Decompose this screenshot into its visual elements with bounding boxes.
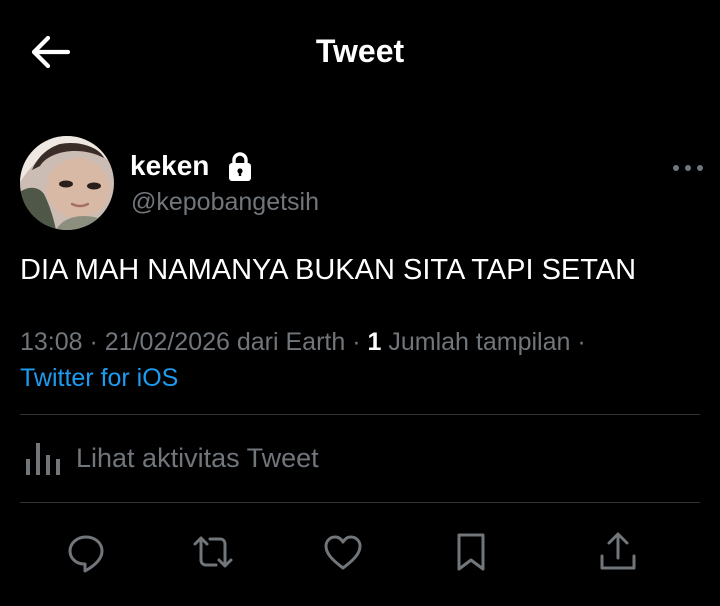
views-count: 1 [367,328,382,356]
bookmark-icon [457,533,485,571]
page-title: Tweet [315,33,405,69]
tweet-meta: 13:08 · 21/02/2026 dari Earth · 1 Jumlah… [20,328,586,357]
avatar[interactable] [20,136,114,230]
more-icon [673,165,703,171]
views-label: Jumlah tampilan [388,328,571,356]
bar-chart-icon [26,443,60,475]
tweet-text: DIA MAH NAMANYA BUKAN SITA TAPI SETAN [20,254,637,286]
activity-label: Lihat aktivitas Tweet [76,443,319,473]
author-handle[interactable]: @kepobangetsih [131,188,319,217]
share-button[interactable] [596,530,640,574]
divider [20,502,700,503]
reply-button[interactable] [64,530,108,574]
display-name[interactable]: keken [130,150,209,182]
divider [20,414,700,415]
retweet-button[interactable] [191,530,235,574]
tweet-date[interactable]: 21/02/2026 [105,328,230,356]
retweet-icon [193,536,233,568]
meta-separator: · [577,328,586,356]
tweet-time[interactable]: 13:08 [20,328,83,356]
top-bar: Tweet [0,0,720,104]
reply-icon [68,535,104,573]
like-icon [324,535,362,570]
like-button[interactable] [321,530,365,574]
share-icon [600,532,636,570]
meta-separator: · [89,328,98,356]
lock-icon [229,152,251,181]
tweet-location: dari Earth [236,328,346,356]
more-options-button[interactable] [670,160,706,176]
bookmark-button[interactable] [449,530,493,574]
tweet-source-link[interactable]: Twitter for iOS [20,364,178,393]
meta-separator: · [352,328,361,356]
